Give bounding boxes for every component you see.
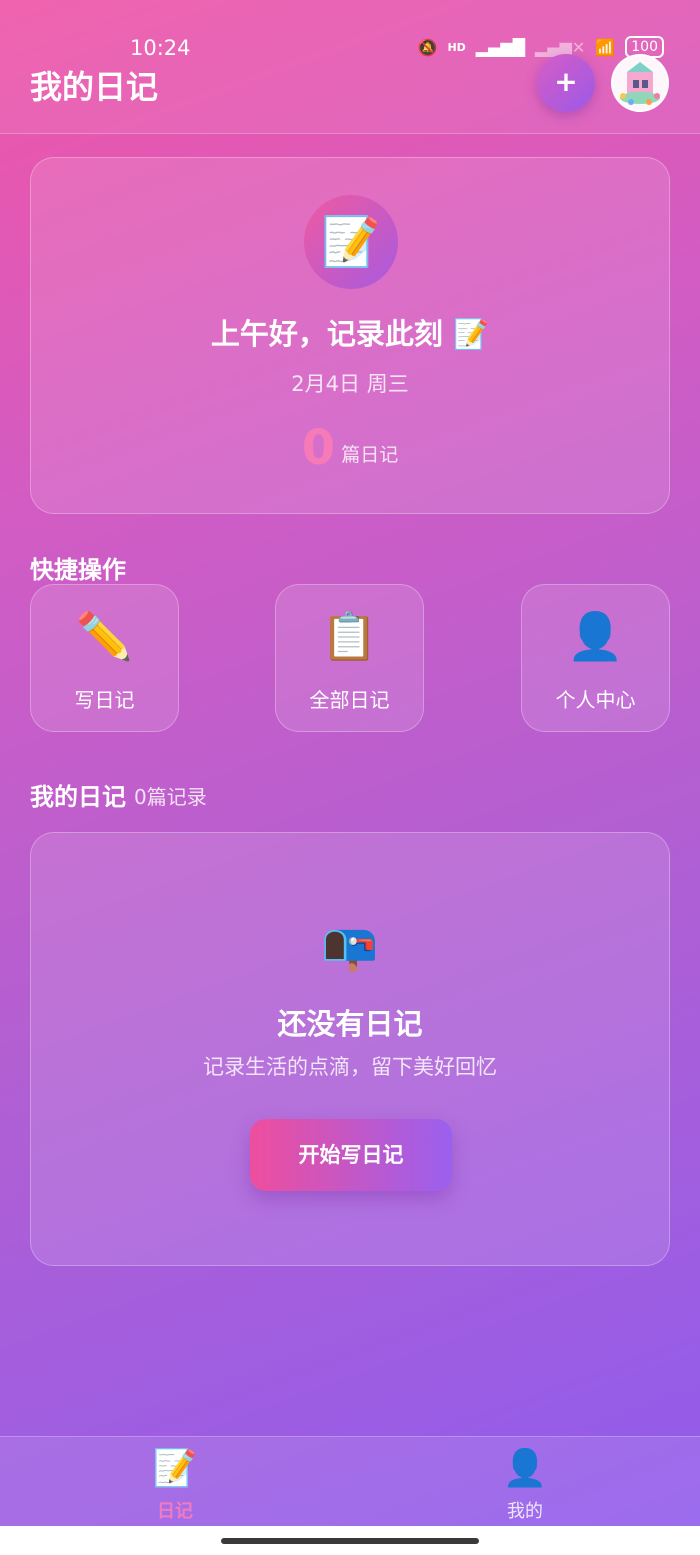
user-icon: 👤	[502, 1448, 548, 1489]
tab-mine[interactable]: 👤 我的	[350, 1437, 700, 1527]
status-icons: 🔕 HD ▂▄▆█ ▂▄▆✕ 📶 100	[418, 36, 664, 58]
date-text: 2月4日 周三	[291, 372, 409, 396]
quick-action-label: 全部日记	[309, 688, 390, 712]
greeting-card: 📝 上午好，记录此刻 📝 2月4日 周三 0 篇日记	[30, 157, 670, 514]
home-indicator[interactable]	[221, 1538, 479, 1544]
mailbox-icon: 📭	[321, 919, 379, 973]
start-writing-button[interactable]: 开始写日记	[250, 1119, 452, 1191]
signal-icon: ▂▄▆█	[475, 37, 526, 57]
hd-label: HD	[447, 40, 466, 54]
tab-label: 日记	[157, 1501, 193, 1522]
diary-count: 0 篇日记	[31, 420, 669, 476]
system-nav-area	[0, 1526, 700, 1555]
memo-icon: 📝	[152, 1448, 198, 1489]
bottom-tab-bar: 📝 日记 👤 我的	[0, 1436, 700, 1526]
greeting-text: 上午好，记录此刻 📝	[210, 317, 490, 351]
avatar-image	[613, 56, 667, 110]
page-title: 我的日记	[30, 68, 159, 106]
empty-state-title: 还没有日记	[277, 1007, 423, 1041]
quick-action-label: 个人中心	[555, 688, 636, 712]
avatar[interactable]	[611, 54, 669, 112]
app-header: 10:24 🔕 HD ▂▄▆█ ▂▄▆✕ 📶 100 我的日记 +	[0, 0, 700, 134]
quick-action-write[interactable]: ✏️ 写日记	[30, 584, 179, 732]
diary-list-title: 我的日记	[30, 783, 126, 811]
memo-icon: 📝	[304, 195, 398, 289]
tab-label: 我的	[507, 1501, 543, 1522]
clipboard-icon: 📋	[320, 609, 379, 663]
empty-state-card: 📭 还没有日记 记录生活的点滴，留下美好回忆 开始写日记	[30, 832, 670, 1266]
add-diary-button[interactable]: +	[537, 54, 595, 112]
empty-state-subtitle: 记录生活的点滴，留下美好回忆	[203, 1055, 497, 1079]
diary-count-number: 0	[301, 420, 336, 476]
status-time: 10:24	[130, 36, 191, 60]
diary-count-unit: 篇日记	[341, 443, 399, 466]
wifi-icon: 📶	[595, 37, 616, 57]
pencil-icon: ✏️	[75, 609, 134, 663]
quick-action-profile[interactable]: 👤 个人中心	[521, 584, 670, 732]
quick-actions-title: 快捷操作	[30, 556, 126, 584]
user-icon: 👤	[566, 609, 625, 663]
mute-icon: 🔕	[417, 37, 438, 57]
quick-action-label: 写日记	[74, 688, 135, 712]
quick-action-all-diaries[interactable]: 📋 全部日记	[275, 584, 424, 732]
tab-diary[interactable]: 📝 日记	[0, 1437, 350, 1527]
diary-list-count: 0篇记录	[134, 785, 207, 809]
